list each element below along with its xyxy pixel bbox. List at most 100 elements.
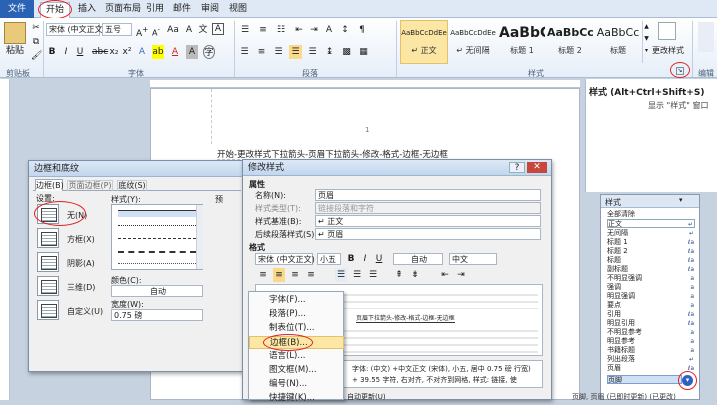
numbering-icon[interactable]: ≡ xyxy=(256,23,270,37)
tab-page-layout[interactable]: 页面布局 xyxy=(100,2,146,17)
styles-dialog-launcher-icon[interactable]: ↘ xyxy=(676,67,684,75)
justify-icon[interactable]: ☰ xyxy=(289,45,302,59)
line-spacing-icon[interactable]: ↨ xyxy=(323,45,336,59)
style-item[interactable]: 标题 ℓa xyxy=(607,256,695,265)
style-item[interactable]: 明显参考 a xyxy=(607,337,695,346)
line-style-dashed[interactable] xyxy=(118,238,196,239)
change-case-icon[interactable]: Aa xyxy=(166,23,180,37)
tab-mailings[interactable]: 邮件 xyxy=(168,2,196,17)
format-painter-icon[interactable]: 🖌 xyxy=(31,49,42,63)
grow-font-icon[interactable]: A+ xyxy=(136,23,148,39)
setting-box[interactable]: 方框(X) xyxy=(67,234,95,245)
font-size-combo[interactable]: 五号 xyxy=(102,23,132,36)
subscript-icon[interactable]: x₂ xyxy=(109,45,119,59)
line-spacing-icon[interactable]: ☰ xyxy=(351,268,363,282)
justify-icon[interactable]: ≡ xyxy=(305,268,317,282)
shrink-font-icon[interactable]: A- xyxy=(150,23,162,38)
style-heading-1[interactable]: AaBbC 标题 1 xyxy=(498,20,546,64)
style-item[interactable]: 标题 2 ℓa xyxy=(607,247,695,256)
menu-item-frame[interactable]: 图文框(M)... xyxy=(249,364,344,377)
styles-scroll-icon[interactable]: ▲ ▼ ▾ xyxy=(642,21,650,63)
close-icon[interactable]: ✕ xyxy=(527,162,547,173)
style-item[interactable]: 引用 ℓa xyxy=(607,310,695,319)
setting-3d-icon[interactable] xyxy=(37,276,59,296)
bold-icon[interactable]: B xyxy=(346,252,356,266)
change-styles-button[interactable]: 更改样式 xyxy=(650,44,686,58)
style-item[interactable]: 明显强调 a xyxy=(607,292,695,301)
underline-icon[interactable]: U xyxy=(75,45,85,59)
clear-format-icon[interactable]: A xyxy=(183,23,195,37)
style-no-spacing[interactable]: AaBbCcDdEe ↵ 无间隔 xyxy=(449,20,497,64)
tab-page-border[interactable]: 页面边框(P) xyxy=(67,180,113,191)
char-shading-icon[interactable]: A xyxy=(186,45,198,59)
phonetic-guide-icon[interactable]: 文 xyxy=(197,23,209,37)
underline-icon[interactable]: U xyxy=(374,252,384,266)
paste-button[interactable]: 粘贴 xyxy=(3,44,27,58)
menu-item-font[interactable]: 字体(F)... xyxy=(249,294,344,307)
line-style-dash-dot[interactable] xyxy=(118,263,196,264)
tab-file[interactable]: 文件 xyxy=(0,0,34,18)
tab-review[interactable]: 审阅 xyxy=(196,2,224,17)
style-normal[interactable]: AaBbCcDdEe ↵ 正文 xyxy=(400,20,448,64)
italic-icon[interactable]: I xyxy=(360,252,370,266)
increase-indent-icon[interactable]: ⇥ xyxy=(455,268,467,282)
color-select[interactable]: 自动 xyxy=(111,285,203,297)
find-icon[interactable] xyxy=(698,22,714,52)
space-before-icon[interactable]: ⇞ xyxy=(393,268,405,282)
decrease-indent-icon[interactable]: ⇤ xyxy=(439,268,451,282)
chinese-layout-icon[interactable]: A xyxy=(323,23,335,37)
menu-item-numbering[interactable]: 编号(N)... xyxy=(249,378,344,391)
style-item[interactable]: 标题 1 ℓa xyxy=(607,238,695,247)
font-select[interactable]: 宋体 (中文正文) xyxy=(255,253,315,265)
setting-3d[interactable]: 三维(D) xyxy=(67,282,95,293)
style-item[interactable]: 无间隔 ↵ xyxy=(607,229,695,238)
menu-item-tabs[interactable]: 制表位(T)... xyxy=(249,322,344,335)
setting-custom-icon[interactable] xyxy=(37,300,59,320)
menu-item-border[interactable]: 边框(B)... xyxy=(249,336,344,349)
setting-shadow-icon[interactable] xyxy=(37,252,59,272)
increase-indent-icon[interactable]: ⇥ xyxy=(308,23,320,37)
tab-view[interactable]: 视图 xyxy=(224,2,252,17)
style-dropdown-arrow-icon[interactable]: ▾ xyxy=(682,375,693,386)
superscript-icon[interactable]: x² xyxy=(122,45,132,59)
setting-none-icon[interactable] xyxy=(37,204,59,224)
text-effects-icon[interactable]: A xyxy=(136,45,148,59)
bullets-icon[interactable]: ☰ xyxy=(238,23,252,37)
menu-item-language[interactable]: 语言(L)... xyxy=(249,350,344,363)
bold-icon[interactable]: B xyxy=(47,45,57,59)
style-item[interactable]: 列出段落 ↵ xyxy=(607,355,695,364)
char-border-icon[interactable]: A xyxy=(212,23,224,35)
menu-item-paragraph[interactable]: 段落(P)... xyxy=(249,308,344,321)
highlight-color-icon[interactable]: ab xyxy=(152,45,164,59)
tab-borders[interactable]: 边框(B) xyxy=(35,179,64,191)
tab-shading[interactable]: 底纹(S) xyxy=(117,180,147,191)
paste-icon[interactable] xyxy=(4,22,26,44)
line-style-list[interactable] xyxy=(111,204,203,270)
tab-insert[interactable]: 插入 xyxy=(73,2,101,17)
align-left-icon[interactable]: ≡ xyxy=(257,268,269,282)
name-input[interactable]: 页眉 xyxy=(315,189,541,201)
setting-custom[interactable]: 自定义(U) xyxy=(67,306,103,317)
enclose-char-icon[interactable]: 字 xyxy=(203,45,215,59)
width-select[interactable]: 0.75 磅 xyxy=(111,309,203,321)
shading-icon[interactable]: ▩ xyxy=(340,45,353,59)
change-styles-icon[interactable] xyxy=(658,22,676,40)
pane-options-icon[interactable]: ▾ xyxy=(679,196,683,204)
style-item[interactable]: 强调 a xyxy=(607,283,695,292)
align-center-icon[interactable]: ≡ xyxy=(255,45,268,59)
language-select[interactable]: 中文 xyxy=(449,253,497,265)
style-item[interactable]: 不明显强调 a xyxy=(607,274,695,283)
show-marks-icon[interactable]: ¶ xyxy=(356,23,368,37)
align-center-icon[interactable]: ≡ xyxy=(273,268,285,282)
style-item[interactable]: 副标题 ℓa xyxy=(607,265,695,274)
auto-update-checkbox[interactable]: 自动更新(U) xyxy=(347,392,386,402)
borders-icon[interactable]: ▦ xyxy=(357,45,370,59)
base-select[interactable]: ↵ 正文 xyxy=(315,215,541,227)
style-item-footer[interactable]: 页脚 xyxy=(607,375,682,384)
distribute-icon[interactable]: ☰ xyxy=(306,45,319,59)
line-style-solid[interactable] xyxy=(118,210,196,217)
copy-icon[interactable]: ⧉ xyxy=(31,35,41,49)
style-item[interactable]: 书籍标题 a xyxy=(607,346,695,355)
size-select[interactable]: 小五 xyxy=(317,253,341,265)
tab-references[interactable]: 引用 xyxy=(141,2,169,17)
